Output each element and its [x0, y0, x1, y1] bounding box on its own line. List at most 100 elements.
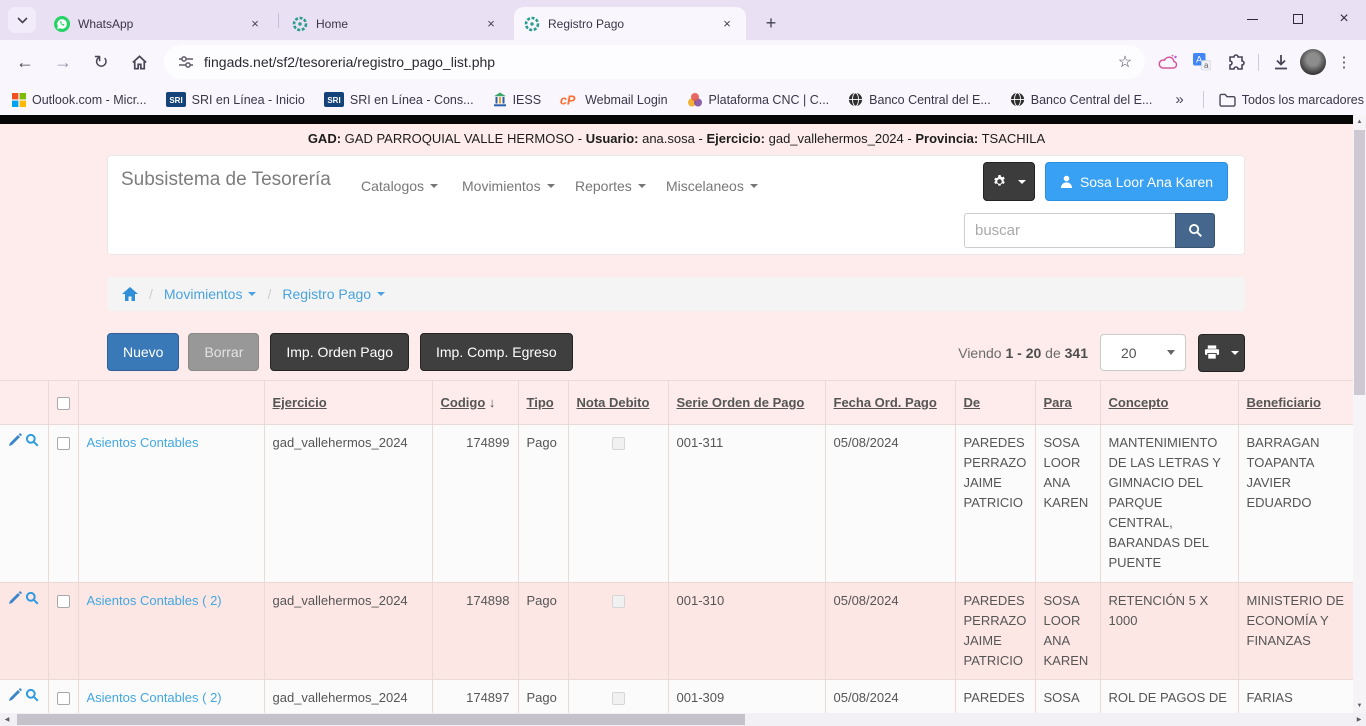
bookmark-cnc[interactable]: Plataforma CNC | C...	[687, 92, 830, 108]
tab-close-icon[interactable]: ×	[482, 15, 500, 33]
cell-name: Asientos Contables ( 2)	[78, 583, 264, 680]
tab-home[interactable]: Home ×	[282, 7, 510, 40]
profile-avatar[interactable]	[1300, 49, 1326, 75]
window-minimize-button[interactable]	[1230, 0, 1274, 38]
user-account-button[interactable]: Sosa Loor Ana Karen	[1045, 162, 1228, 201]
record-link[interactable]: Asientos Contables ( 2)	[87, 593, 222, 608]
bookmark-label: IESS	[513, 93, 542, 107]
search-button[interactable]	[1175, 213, 1215, 248]
tab-whatsapp[interactable]: WhatsApp ×	[44, 7, 274, 40]
sort-link-para[interactable]: Para	[1044, 395, 1072, 410]
sort-link-serie[interactable]: Serie Orden de Pago	[677, 395, 805, 410]
sort-link-fecha[interactable]: Fecha Ord. Pago	[834, 395, 937, 410]
forward-button[interactable]: →	[46, 45, 80, 79]
imp-comp-egreso-button[interactable]: Imp. Comp. Egreso	[420, 333, 573, 371]
nuevo-button[interactable]: Nuevo	[107, 333, 179, 371]
bookmark-sri-consultas[interactable]: SRI SRI en Línea - Cons...	[324, 92, 474, 107]
header-concepto: Concepto	[1100, 381, 1238, 425]
cell-ejercicio: gad_vallehermos_2024	[264, 680, 432, 714]
tab-close-icon[interactable]: ×	[246, 15, 264, 33]
building-icon	[493, 92, 507, 107]
bookmark-sri-inicio[interactable]: SRI SRI en Línea - Inicio	[166, 92, 305, 107]
edit-pencil-icon[interactable]	[8, 688, 22, 702]
cell-beneficiario: FARIAS MACIAS	[1238, 680, 1353, 714]
bookmark-outlook[interactable]: Outlook.com - Micr...	[12, 93, 147, 107]
record-link[interactable]: Asientos Contables	[87, 435, 199, 450]
select-all-checkbox[interactable]	[57, 397, 70, 410]
record-link[interactable]: Asientos Contables ( 2)	[87, 690, 222, 705]
scroll-up-arrow[interactable]: ▲	[1353, 115, 1366, 129]
extensions-puzzle-icon[interactable]	[1221, 47, 1251, 77]
site-info-icon[interactable]	[178, 54, 194, 70]
sort-link-codigo[interactable]: Codigo	[441, 395, 486, 410]
scroll-left-arrow[interactable]: ◀	[0, 713, 14, 726]
horizontal-scroll-thumb[interactable]	[17, 714, 745, 725]
bookmarks-divider	[1203, 91, 1204, 108]
menu-reportes[interactable]: Reportes	[575, 178, 646, 194]
settings-button[interactable]	[983, 162, 1035, 201]
view-magnifier-icon[interactable]	[25, 433, 39, 447]
row-checkbox[interactable]	[57, 692, 70, 705]
page-size-select[interactable]: 20	[1100, 334, 1186, 371]
borrar-button[interactable]: Borrar	[188, 333, 259, 371]
menu-catalogos[interactable]: Catalogos	[361, 178, 438, 194]
extension-cloud-icon[interactable]	[1153, 47, 1183, 77]
vertical-scroll-thumb[interactable]	[1354, 130, 1365, 395]
row-checkbox[interactable]	[57, 437, 70, 450]
bookmark-webmail[interactable]: cP Webmail Login	[560, 93, 667, 107]
scroll-down-arrow[interactable]: ▼	[1353, 699, 1366, 713]
window-close-button[interactable]: ×	[1322, 0, 1366, 38]
tab-search-button[interactable]	[8, 7, 36, 33]
translate-extension-icon[interactable]: A a	[1187, 47, 1217, 77]
bookmarks-overflow-button[interactable]: »	[1171, 91, 1187, 108]
edit-pencil-icon[interactable]	[8, 433, 22, 447]
sort-link-concepto[interactable]: Concepto	[1109, 395, 1169, 410]
imp-orden-pago-button[interactable]: Imp. Orden Pago	[270, 333, 409, 371]
sort-link-ejercicio[interactable]: Ejercicio	[273, 395, 327, 410]
tab-registro-pago-active[interactable]: Registro Pago ×	[514, 7, 746, 40]
print-button[interactable]	[1198, 334, 1245, 372]
bookmark-banco-central-1[interactable]: Banco Central del E...	[848, 92, 991, 107]
sort-link-beneficiario[interactable]: Beneficiario	[1247, 395, 1321, 410]
breadcrumb-movimientos[interactable]: Movimientos	[164, 286, 257, 302]
viendo-total: 341	[1065, 345, 1088, 361]
view-magnifier-icon[interactable]	[25, 688, 39, 702]
all-bookmarks-button[interactable]: Todos los marcadores	[1219, 93, 1364, 107]
vertical-scrollbar[interactable]: ▲ ▼	[1353, 115, 1366, 713]
url-text[interactable]: fingads.net/sf2/tesoreria/registro_pago_…	[204, 54, 1101, 70]
home-breadcrumb-icon[interactable]	[122, 287, 138, 301]
home-button[interactable]	[122, 45, 156, 79]
browser-menu-button[interactable]: ⋮	[1330, 48, 1358, 76]
new-tab-button[interactable]: +	[757, 9, 785, 37]
bookmark-iess[interactable]: IESS	[493, 92, 542, 107]
breadcrumb-registro-pago[interactable]: Registro Pago	[282, 286, 385, 302]
view-magnifier-icon[interactable]	[25, 591, 39, 605]
tab-close-icon[interactable]: ×	[718, 15, 736, 33]
row-checkbox[interactable]	[57, 595, 70, 608]
back-button[interactable]: ←	[8, 45, 42, 79]
search-input[interactable]	[964, 213, 1175, 248]
bookmark-banco-central-2[interactable]: Banco Central del E...	[1010, 92, 1153, 107]
downloads-button[interactable]	[1266, 47, 1296, 77]
scroll-right-arrow[interactable]: ▶	[1352, 713, 1366, 726]
breadcrumb-separator: /	[267, 286, 271, 302]
page-title: Subsistema de Tesorería	[121, 169, 331, 191]
address-bar[interactable]: fingads.net/sf2/tesoreria/registro_pago_…	[164, 45, 1145, 79]
reload-button[interactable]: ↻	[84, 45, 118, 79]
gad-value: GAD PARROQUIAL VALLE HERMOSO	[345, 131, 574, 146]
sort-link-de[interactable]: De	[964, 395, 981, 410]
window-maximize-button[interactable]	[1276, 0, 1320, 38]
bookmark-star-icon[interactable]: ☆	[1111, 48, 1139, 76]
sort-link-tipo[interactable]: Tipo	[527, 395, 554, 410]
header-de: De	[955, 381, 1035, 425]
record-count-text: Viendo 1 - 20 de 341	[958, 345, 1088, 361]
sort-link-nota-debito[interactable]: Nota Debito	[577, 395, 650, 410]
edit-pencil-icon[interactable]	[8, 591, 22, 605]
menu-label: Miscelaneos	[666, 178, 744, 194]
menu-miscelaneos[interactable]: Miscelaneos	[666, 178, 758, 194]
cell-concepto: ROL DE PAGOS DE	[1100, 680, 1238, 714]
cell-name: Asientos Contables ( 2)	[78, 680, 264, 714]
menu-movimientos[interactable]: Movimientos	[462, 178, 555, 194]
cnc-icon	[687, 92, 703, 108]
horizontal-scrollbar[interactable]: ◀ ▶	[0, 713, 1366, 726]
